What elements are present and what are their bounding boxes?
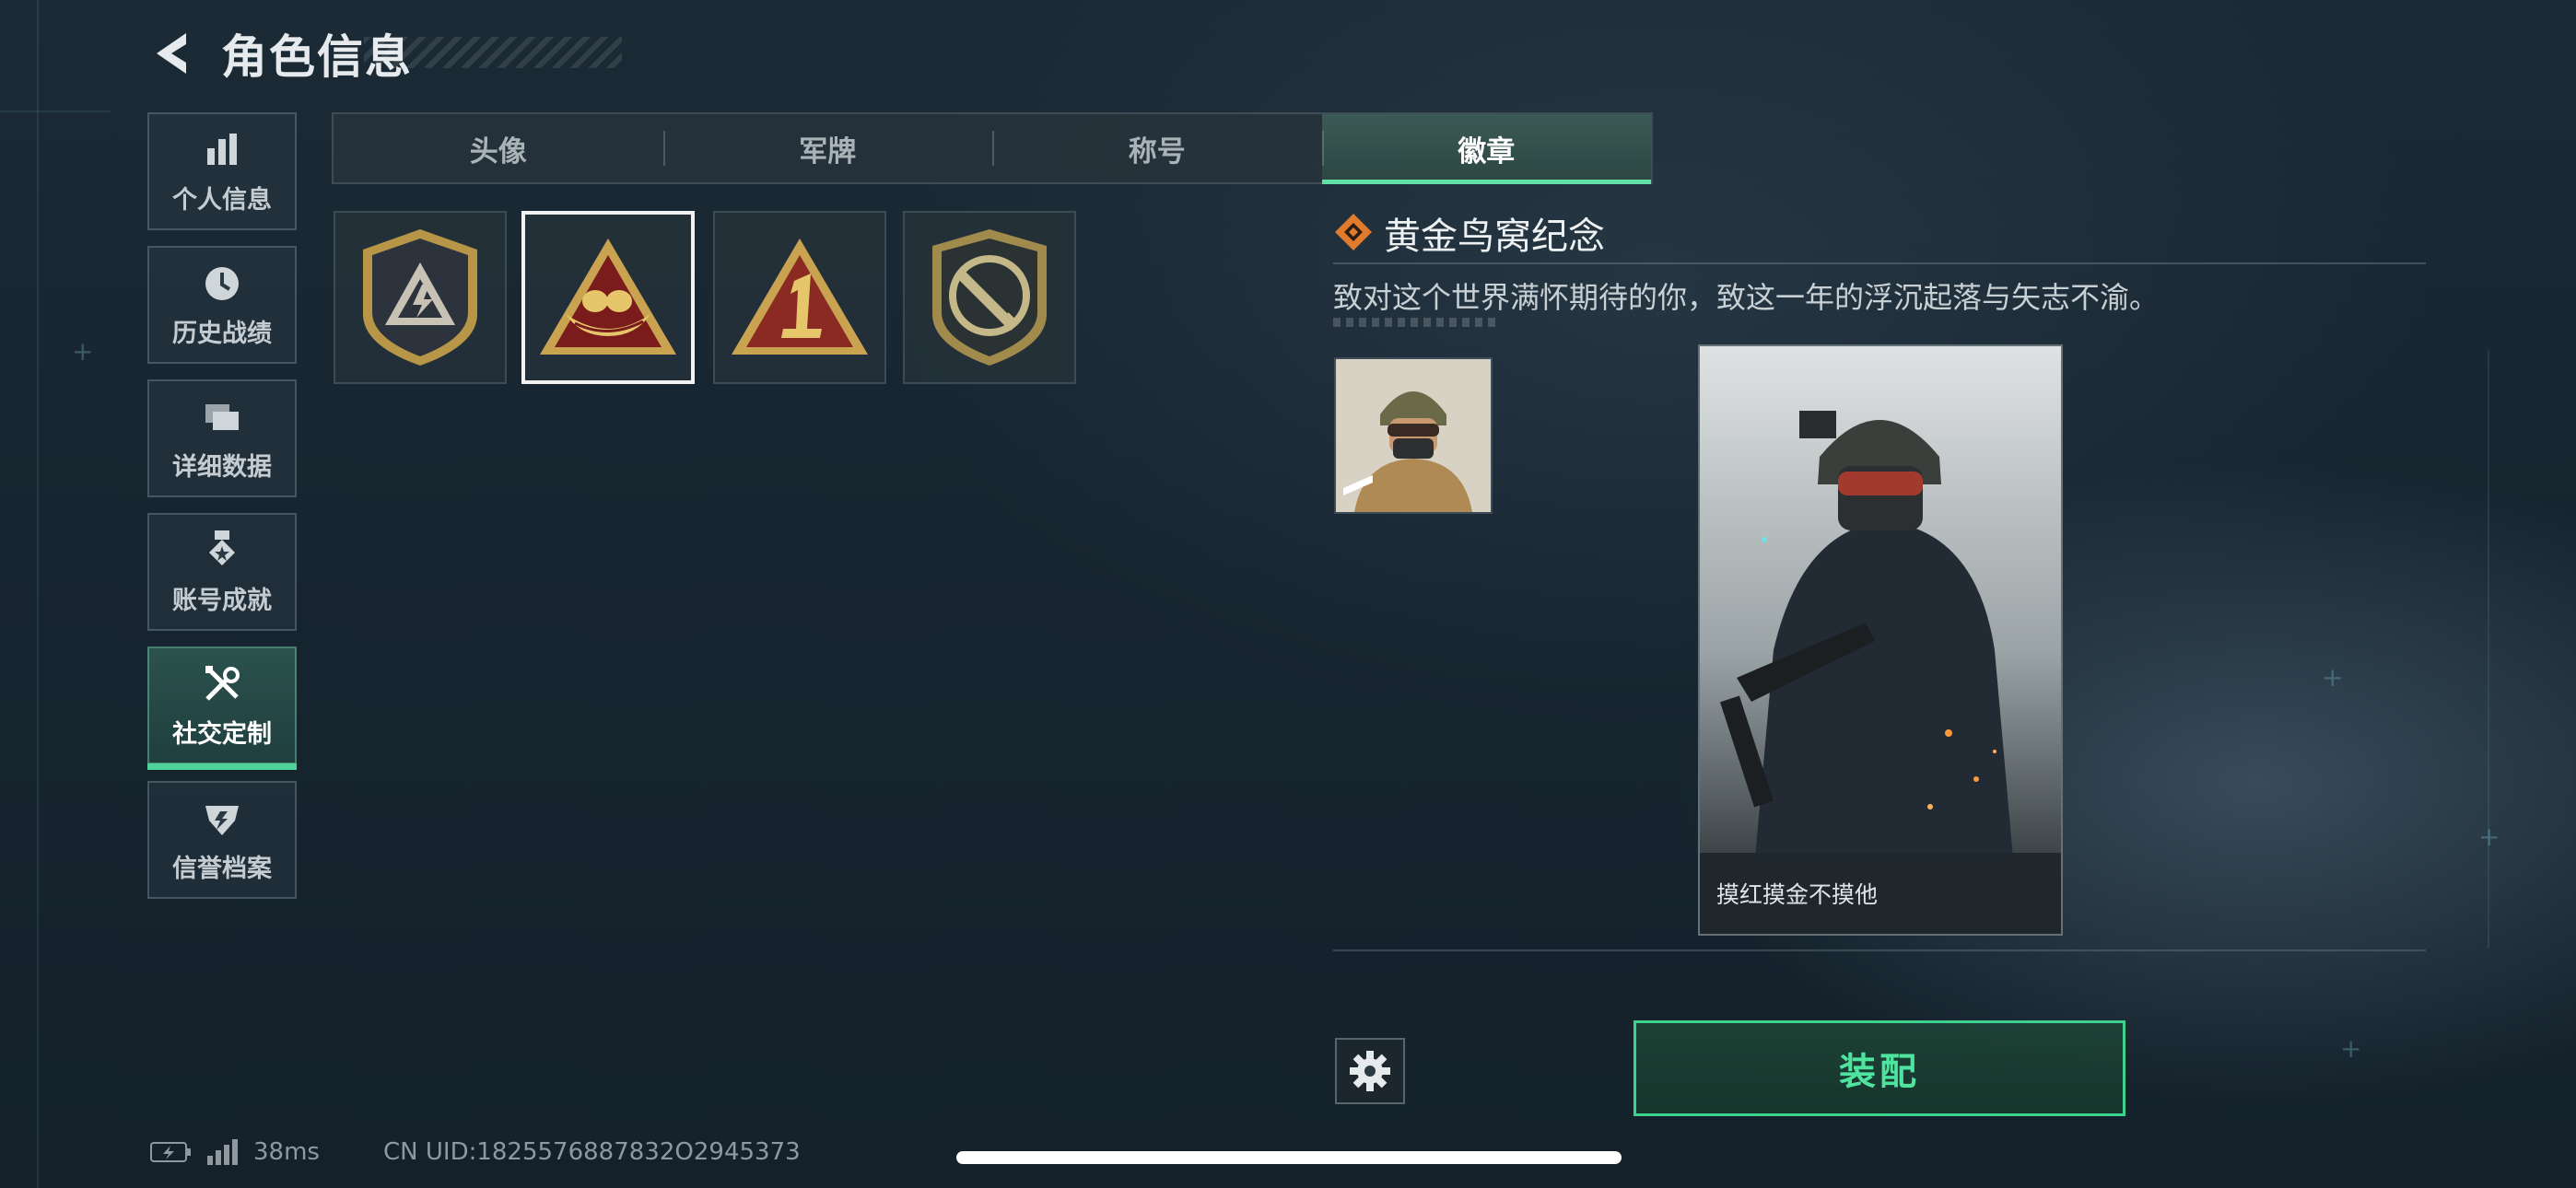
bar-chart-icon: [207, 133, 237, 165]
badge-item[interactable]: [903, 211, 1076, 384]
divider: [1333, 262, 2426, 264]
back-arrow-icon: [157, 33, 186, 74]
rarity-diamond-icon: [1335, 214, 1372, 250]
ping-readout: 38ms: [253, 1138, 320, 1166]
tab-avatar[interactable]: 头像: [334, 114, 663, 182]
sidebar-item-achievements[interactable]: 账号成就: [147, 513, 297, 631]
gear-icon: [1350, 1051, 1390, 1091]
clock-icon: [205, 266, 239, 300]
sidebar-item-label: 个人信息: [172, 185, 272, 215]
folder-icon: [205, 403, 239, 430]
badge-item-selected[interactable]: [521, 211, 695, 384]
soldier-portrait-image: [1336, 359, 1491, 512]
card-caption: 摸红摸金不摸他: [1700, 853, 2061, 934]
triangle-lightning-badge-icon: [363, 229, 477, 366]
sidebar-item-label: 社交定制: [172, 719, 272, 749]
golden-nest-badge-icon: [540, 239, 676, 355]
sidebar-item-label: 信誉档案: [172, 854, 272, 883]
medal-icon: [209, 530, 235, 565]
sidebar-item-reputation[interactable]: 信誉档案: [147, 781, 297, 899]
soldier-artwork-image: [1700, 346, 2061, 858]
badge-title: 黄金鸟窝纪念: [1384, 215, 1605, 258]
tab-badge[interactable]: 徽章: [1321, 114, 1651, 184]
avatar-preview: [1334, 357, 1493, 514]
battery-icon: [150, 1142, 191, 1162]
status-bar: 38ms: [150, 1138, 320, 1166]
tab-bar: 头像 军牌 称号 徽章: [332, 112, 1653, 184]
character-card: 摸红摸金不摸他: [1698, 344, 2063, 936]
knife-shield-badge-icon: [932, 229, 1047, 366]
sidebar-item-social-custom[interactable]: 社交定制: [147, 646, 297, 770]
uid-text: CN UID:1825576887832O2945373: [383, 1138, 801, 1166]
title-decoration: [364, 37, 622, 68]
shield-icon: [205, 805, 239, 835]
tab-dog-tag[interactable]: 军牌: [662, 114, 993, 182]
home-indicator[interactable]: [956, 1151, 1622, 1164]
sidebar-item-label: 历史战绩: [172, 319, 272, 348]
settings-button[interactable]: [1335, 1038, 1405, 1104]
badge-item[interactable]: [713, 211, 886, 384]
number-one-badge-icon: [732, 239, 868, 355]
equip-button-label: 装配: [1839, 1051, 1920, 1093]
sidebar-item-detailed-data[interactable]: 详细数据: [147, 379, 297, 497]
sidebar-item-label: 账号成就: [172, 586, 272, 615]
tools-icon: [205, 665, 240, 701]
sidebar-item-history[interactable]: 历史战绩: [147, 246, 297, 364]
sidebar-item-personal-info[interactable]: 个人信息: [147, 112, 297, 230]
card-caption-text: 摸红摸金不摸他: [1716, 881, 1879, 908]
equip-button[interactable]: 装配: [1633, 1020, 2125, 1116]
back-button[interactable]: [147, 26, 203, 81]
badge-item[interactable]: [334, 211, 507, 384]
signal-icon: [207, 1139, 238, 1165]
tab-title[interactable]: 称号: [992, 114, 1322, 182]
decoration-stripe: [1333, 318, 1499, 327]
divider: [1333, 949, 2426, 951]
badge-description: 致对这个世界满怀期待的你，致这一年的浮沉起落与矢志不渝。: [1333, 280, 2160, 315]
sidebar-item-label: 详细数据: [172, 452, 272, 482]
